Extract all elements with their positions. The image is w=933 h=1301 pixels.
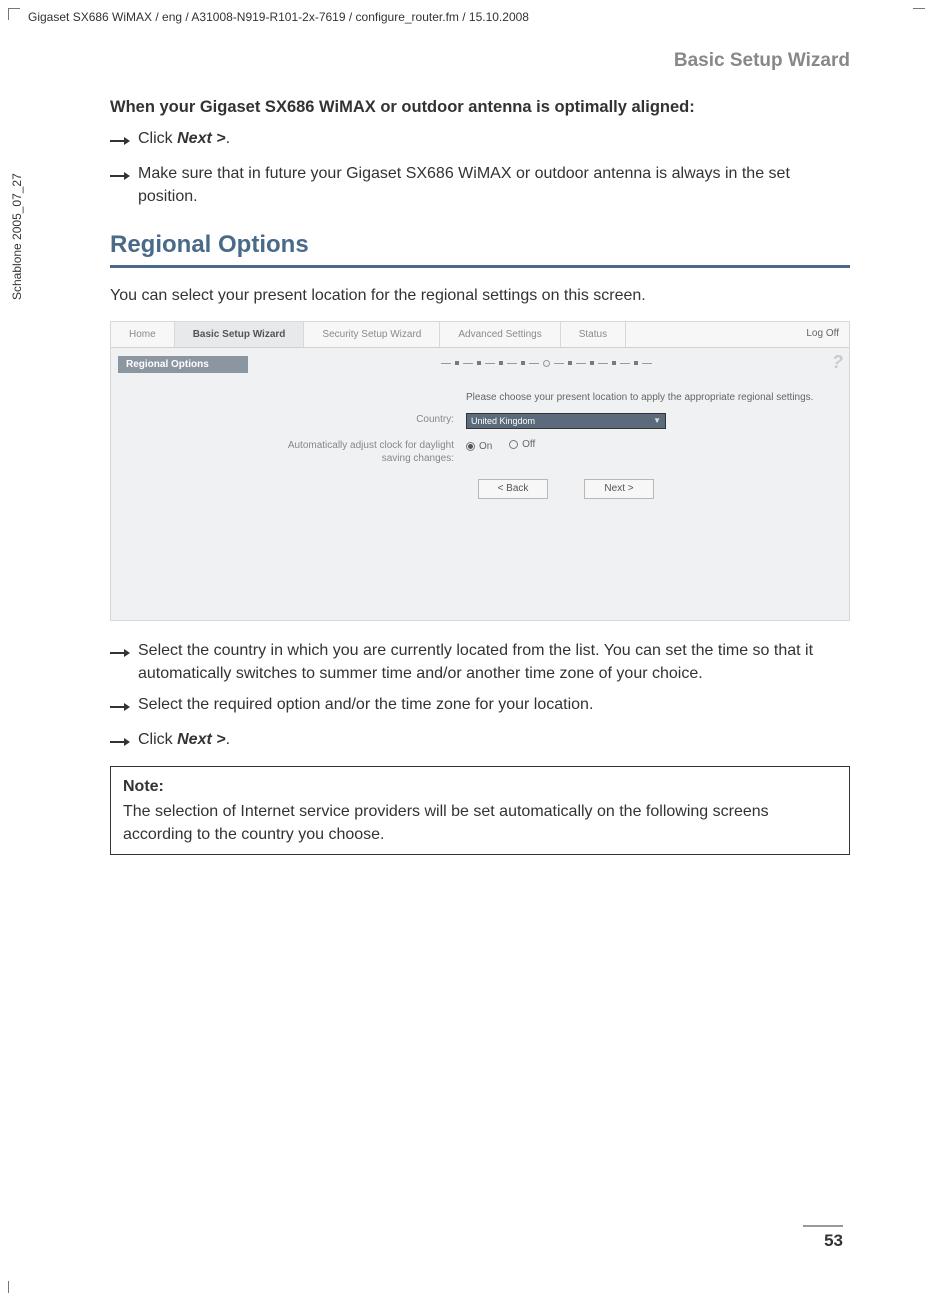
step-item: Select the required option and/or the ti… — [110, 693, 850, 720]
router-ui-screenshot: Home Basic Setup Wizard Security Setup W… — [110, 321, 850, 621]
section-header: Basic Setup Wizard — [110, 50, 850, 72]
crop-mark — [913, 8, 925, 20]
tab-advanced-settings[interactable]: Advanced Settings — [440, 322, 560, 347]
logoff-link[interactable]: Log Off — [806, 328, 839, 339]
note-box: Note: The selection of Internet service … — [110, 766, 850, 856]
arrow-icon — [110, 693, 138, 720]
text: Click — [138, 731, 177, 748]
dst-on-radio[interactable]: On — [466, 441, 492, 452]
template-id: Schablone 2005_07_27 — [10, 173, 24, 300]
tab-home[interactable]: Home — [111, 322, 175, 347]
step-text: Click Next >. — [138, 127, 850, 154]
tab-basic-setup-wizard[interactable]: Basic Setup Wizard — [175, 322, 305, 347]
crop-mark — [8, 8, 20, 20]
step-text: Click Next >. — [138, 728, 850, 755]
heading-regional-options: Regional Options — [110, 231, 850, 259]
help-icon[interactable]: ? — [832, 352, 843, 373]
intro-heading: When your Gigaset SX686 WiMAX or outdoor… — [110, 98, 850, 117]
router-tabbar: Home Basic Setup Wizard Security Setup W… — [111, 322, 849, 348]
back-button[interactable]: < Back — [478, 479, 548, 499]
ui-reference: Next > — [177, 130, 225, 147]
chevron-down-icon: ▼ — [653, 416, 661, 425]
country-select[interactable]: United Kingdom ▼ — [466, 413, 666, 429]
note-label: Note: — [123, 775, 837, 798]
arrow-icon — [110, 162, 138, 208]
text: Click — [138, 130, 177, 147]
document-path: Gigaset SX686 WiMAX / eng / A31008-N919-… — [28, 10, 529, 24]
text: . — [226, 731, 230, 748]
arrow-icon — [110, 127, 138, 154]
country-label: Country: — [286, 413, 466, 429]
step-item: Select the country in which you are curr… — [110, 639, 850, 685]
radio-label: Off — [522, 439, 535, 450]
step-text: Select the country in which you are curr… — [138, 639, 850, 685]
sidebar-item-regional-options[interactable]: Regional Options — [118, 356, 248, 373]
ui-reference: Next > — [177, 731, 225, 748]
router-form: Please choose your present location to a… — [286, 392, 816, 499]
dst-off-radio[interactable]: Off — [509, 439, 535, 450]
arrow-icon — [110, 728, 138, 755]
step-text: Select the required option and/or the ti… — [138, 693, 850, 720]
wizard-current-step-icon — [543, 360, 550, 367]
note-body: The selection of Internet service provid… — [123, 800, 837, 846]
radio-selected-icon — [466, 442, 475, 451]
heading-rule — [110, 265, 850, 268]
dst-label: Automatically adjust clock for daylight … — [286, 439, 466, 465]
radio-unselected-icon — [509, 440, 518, 449]
tab-status[interactable]: Status — [561, 322, 626, 347]
step-item: Click Next >. — [110, 728, 850, 755]
page-number: 53 — [803, 1225, 843, 1251]
step-text: Make sure that in future your Gigaset SX… — [138, 162, 850, 208]
body-text: You can select your present location for… — [110, 284, 850, 307]
step-item: Click Next >. — [110, 127, 850, 154]
arrow-icon — [110, 639, 138, 685]
step-item: Make sure that in future your Gigaset SX… — [110, 162, 850, 208]
radio-label: On — [479, 441, 492, 452]
wizard-progress — [441, 360, 652, 367]
next-button[interactable]: Next > — [584, 479, 654, 499]
crop-mark — [8, 1281, 20, 1293]
text: . — [226, 130, 230, 147]
page-content: Basic Setup Wizard When your Gigaset SX6… — [110, 50, 850, 855]
instruction-text: Please choose your present location to a… — [466, 392, 816, 403]
country-value: United Kingdom — [471, 416, 535, 426]
tab-security-setup-wizard[interactable]: Security Setup Wizard — [304, 322, 440, 347]
crop-mark — [913, 1281, 925, 1293]
